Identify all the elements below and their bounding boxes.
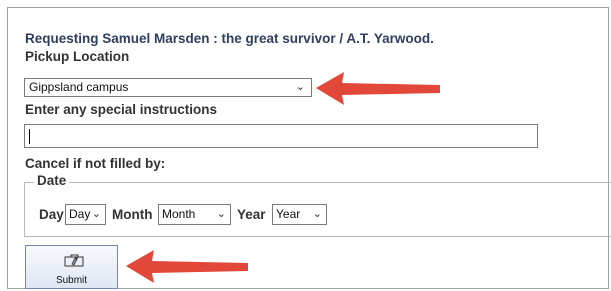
year-select[interactable]: Year ⌄ — [272, 204, 327, 225]
day-label: Day — [39, 207, 64, 222]
special-instructions-input[interactable] — [24, 124, 538, 148]
day-select-value: Day — [69, 207, 91, 221]
submit-button-label: Submit — [55, 275, 88, 286]
special-instructions-label: Enter any special instructions — [25, 102, 218, 117]
month-label: Month — [112, 207, 153, 222]
pickup-location-value: Gippsland campus — [29, 80, 129, 94]
pickup-location-label: Pickup Location — [25, 49, 130, 64]
cancel-if-not-filled-label: Cancel if not filled by: — [25, 156, 166, 171]
month-select-value: Month — [162, 207, 196, 221]
submit-icon — [64, 254, 84, 267]
chevron-down-icon: ⌄ — [295, 81, 305, 93]
request-title: Requesting Samuel Marsden : the great su… — [25, 31, 434, 46]
chevron-down-icon: ⌄ — [91, 208, 101, 220]
chevron-down-icon: ⌄ — [216, 208, 226, 220]
arrow-left-icon — [126, 250, 248, 283]
pickup-location-select[interactable]: Gippsland campus ⌄ — [24, 78, 312, 97]
day-select[interactable]: Day ⌄ — [65, 204, 106, 225]
text-caret — [29, 129, 30, 144]
year-label: Year — [237, 207, 266, 222]
submit-button[interactable]: Submit — [25, 245, 118, 289]
year-select-value: Year — [276, 207, 301, 221]
arrow-left-icon — [316, 72, 440, 105]
chevron-down-icon: ⌄ — [312, 208, 322, 220]
month-select[interactable]: Month ⌄ — [158, 204, 231, 225]
date-legend: Date — [34, 173, 70, 188]
